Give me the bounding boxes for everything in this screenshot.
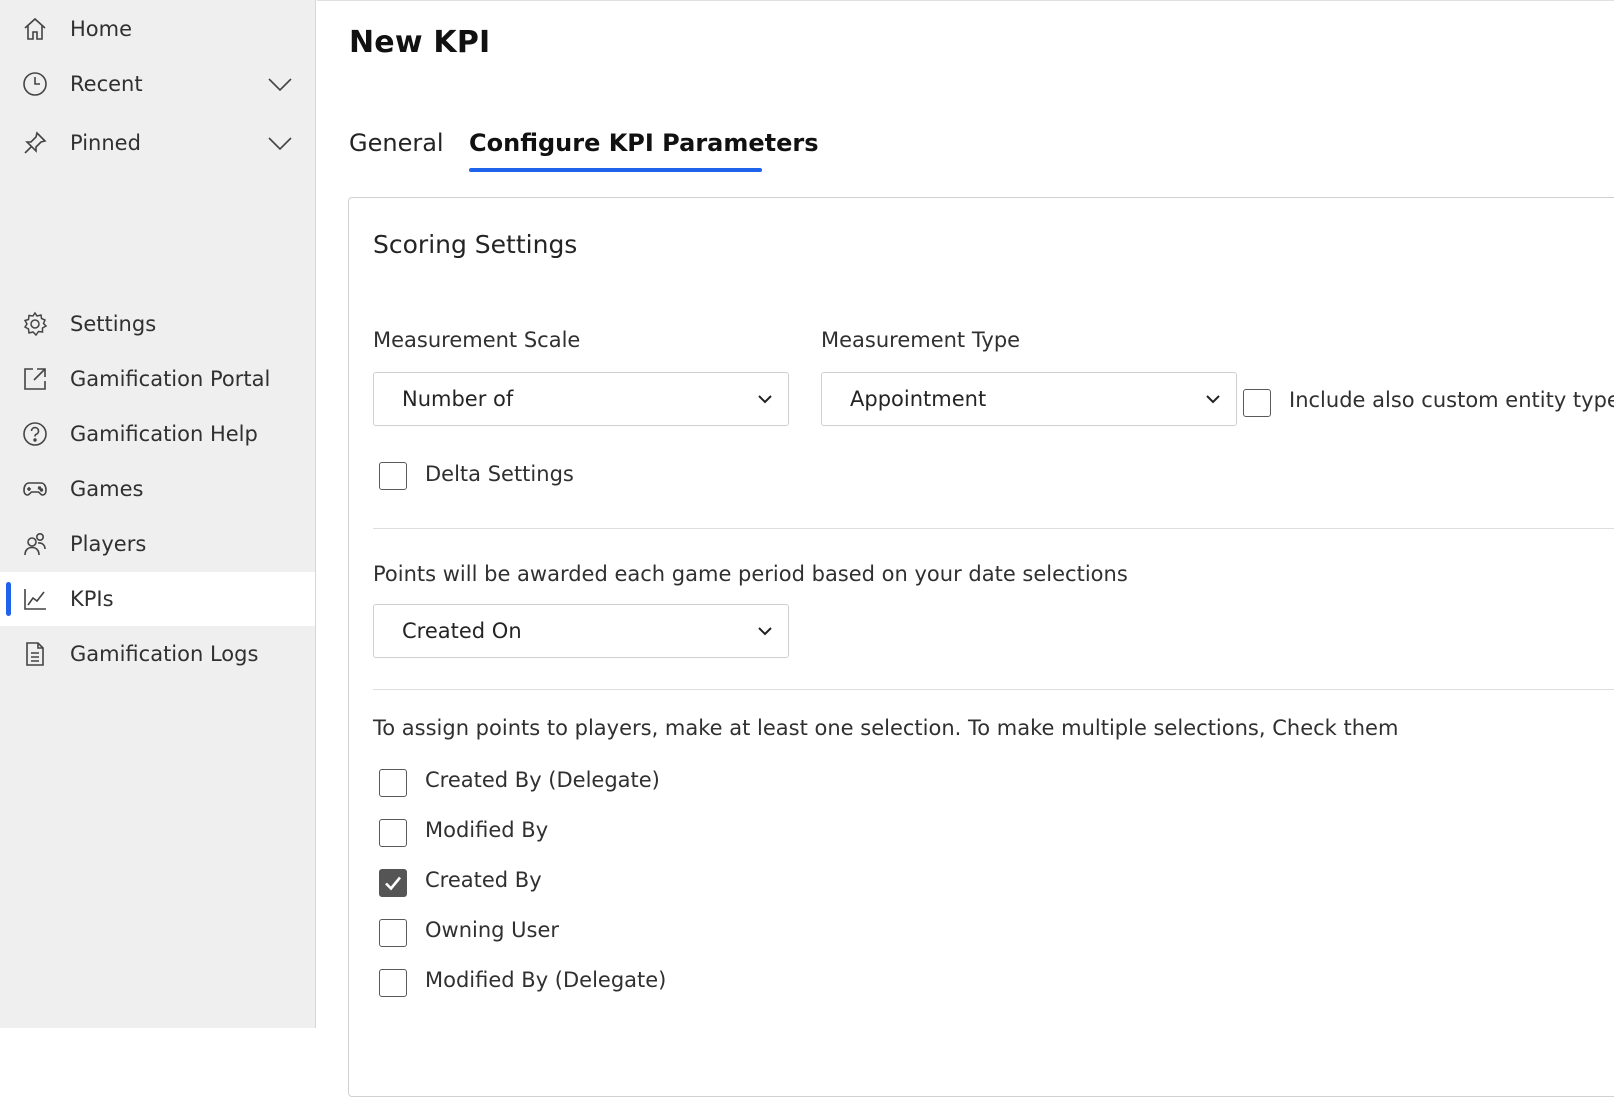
line-chart-icon [22, 586, 48, 612]
modified-by-checkbox[interactable] [379, 819, 407, 847]
date-selection-label: Points will be awarded each game period … [373, 562, 1128, 586]
delta-settings-label: Delta Settings [425, 462, 574, 486]
scoring-settings-card: Scoring Settings Measurement Scale Numbe… [348, 197, 1614, 1097]
help-circle-icon [22, 421, 48, 447]
modified-by-label: Modified By [425, 818, 549, 842]
sidebar-item-label: Settings [70, 312, 157, 336]
tab-selected-indicator [469, 168, 762, 172]
sidebar-item-label: Gamification Portal [70, 367, 271, 391]
measurement-scale-value: Number of [402, 387, 514, 411]
sidebar-item-label: Gamification Logs [70, 642, 259, 666]
document-icon [22, 641, 48, 667]
sidebar-item-label: Players [70, 532, 147, 556]
sidebar-item-label: Home [70, 17, 133, 41]
owning-user-checkbox[interactable] [379, 919, 407, 947]
tab-configure-kpi-parameters[interactable]: Configure KPI Parameters [469, 129, 819, 157]
sidebar-item-kpis[interactable]: KPIs [0, 572, 315, 626]
sidebar: Home Recent Pinned Settings Gamification… [0, 0, 316, 1028]
page-title: New KPI [349, 25, 491, 60]
owning-user-label: Owning User [425, 918, 560, 942]
chevron-down-icon [754, 620, 776, 642]
external-link-icon [22, 366, 48, 392]
date-field-value: Created On [402, 619, 522, 643]
sidebar-item-home[interactable]: Home [0, 2, 315, 56]
main-content: New KPI General Configure KPI Parameters… [317, 0, 1614, 1097]
sidebar-item-gamification-logs[interactable]: Gamification Logs [0, 627, 315, 681]
modified-by-delegate-checkbox[interactable] [379, 969, 407, 997]
include-custom-entity-types-checkbox[interactable] [1243, 389, 1271, 417]
created-by-delegate-label: Created By (Delegate) [425, 768, 660, 792]
sidebar-item-recent[interactable]: Recent [0, 57, 315, 111]
sidebar-item-label: Games [70, 477, 144, 501]
include-custom-entity-types-label: Include also custom entity types [1289, 388, 1614, 412]
created-by-label: Created By [425, 868, 542, 892]
measurement-type-select[interactable]: Appointment [821, 372, 1237, 426]
sidebar-item-label: KPIs [70, 587, 114, 611]
measurement-scale-select[interactable]: Number of [373, 372, 789, 426]
sidebar-item-gamification-portal[interactable]: Gamification Portal [0, 352, 315, 406]
chevron-down-icon [754, 388, 776, 410]
chevron-down-icon[interactable] [266, 129, 294, 157]
created-by-checkbox[interactable] [379, 869, 407, 897]
chevron-down-icon[interactable] [266, 70, 294, 98]
pin-icon [22, 130, 48, 156]
home-icon [22, 16, 48, 42]
sidebar-item-games[interactable]: Games [0, 462, 315, 516]
date-field-select[interactable]: Created On [373, 604, 789, 658]
measurement-scale-label: Measurement Scale [373, 328, 581, 352]
sidebar-item-label: Pinned [70, 131, 141, 155]
measurement-type-value: Appointment [850, 387, 987, 411]
sidebar-item-gamification-help[interactable]: Gamification Help [0, 407, 315, 461]
chevron-down-icon [1202, 388, 1224, 410]
sidebar-item-settings[interactable]: Settings [0, 297, 315, 351]
sidebar-item-players[interactable]: Players [0, 517, 315, 571]
delta-settings-checkbox[interactable] [379, 462, 407, 490]
sidebar-item-label: Recent [70, 72, 143, 96]
assign-points-label: To assign points to players, make at lea… [373, 716, 1399, 740]
gear-icon [22, 311, 48, 337]
checkmark-icon [385, 876, 402, 891]
tab-general[interactable]: General [349, 129, 444, 157]
sidebar-item-label: Gamification Help [70, 422, 258, 446]
clock-icon [22, 71, 48, 97]
modified-by-delegate-label: Modified By (Delegate) [425, 968, 667, 992]
divider [373, 689, 1614, 690]
section-title: Scoring Settings [373, 230, 578, 259]
created-by-delegate-checkbox[interactable] [379, 769, 407, 797]
sidebar-item-pinned[interactable]: Pinned [0, 116, 315, 170]
measurement-type-label: Measurement Type [821, 328, 1021, 352]
people-icon [22, 531, 48, 557]
gamepad-icon [22, 476, 48, 502]
divider [373, 528, 1614, 529]
